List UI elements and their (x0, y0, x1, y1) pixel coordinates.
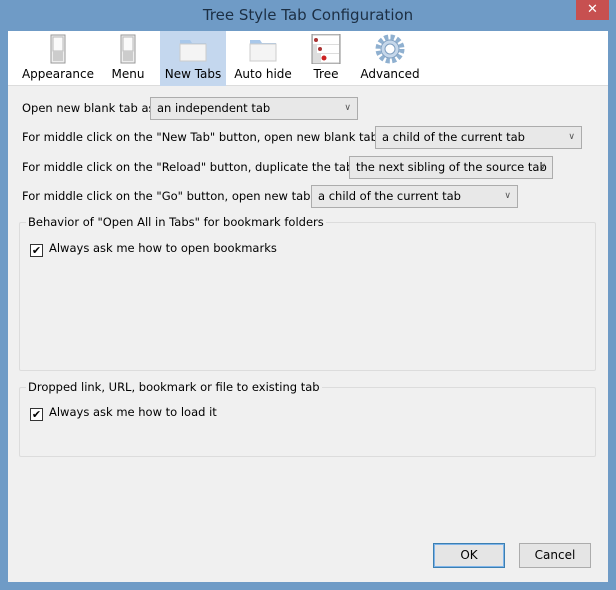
preferences-toolbar: Appearance Menu New Tabs Auto hide Tree … (8, 31, 608, 86)
group-caption: Behavior of "Open All in Tabs" for bookm… (26, 215, 326, 229)
ask-open-bookmarks-checkbox[interactable]: ✔ Always ask me how to open bookmarks (30, 241, 277, 257)
ok-button[interactable]: OK (433, 543, 505, 568)
tab-tree[interactable]: Tree (302, 31, 350, 86)
switch-icon (50, 34, 66, 64)
dropped-link-group: Dropped link, URL, bookmark or file to e… (19, 380, 596, 457)
tab-menu[interactable]: Menu (102, 31, 154, 86)
switch-icon (120, 34, 136, 64)
close-button[interactable]: ✕ (576, 0, 609, 20)
new-tab-middle-click-select[interactable]: a child of the current tab ∨ (375, 126, 582, 149)
selected-value: an independent tab (157, 101, 271, 115)
selected-value: a child of the current tab (382, 130, 525, 144)
folder-icon (249, 40, 277, 62)
checkmark-icon: ✔ (30, 408, 43, 421)
tab-advanced[interactable]: Advanced (358, 31, 422, 86)
checkbox-label: Always ask me how to load it (49, 405, 217, 419)
open-new-blank-select[interactable]: an independent tab ∨ (150, 97, 358, 120)
new-tabs-panel: Open new blank tab as an independent tab… (8, 86, 608, 582)
open-all-in-tabs-group: Behavior of "Open All in Tabs" for bookm… (19, 215, 596, 371)
tab-new-tabs[interactable]: New Tabs (160, 31, 226, 86)
gear-icon (375, 34, 405, 64)
tab-auto-hide[interactable]: Auto hide (232, 31, 294, 86)
cancel-button[interactable]: Cancel (519, 543, 591, 568)
tab-appearance[interactable]: Appearance (20, 31, 96, 86)
new-tab-middle-click-label: For middle click on the "New Tab" button… (22, 130, 395, 144)
checkbox-label: Always ask me how to open bookmarks (49, 241, 277, 255)
chevron-down-icon: ∨ (539, 162, 546, 172)
chevron-down-icon: ∨ (568, 132, 575, 142)
ask-load-dropped-checkbox[interactable]: ✔ Always ask me how to load it (30, 405, 217, 421)
checkmark-icon: ✔ (30, 244, 43, 257)
selected-value: the next sibling of the source tab (356, 160, 547, 174)
open-new-blank-label: Open new blank tab as (22, 101, 155, 115)
window-title: Tree Style Tab Configuration (202, 6, 414, 24)
tree-icon (311, 34, 341, 64)
chevron-down-icon: ∨ (504, 191, 511, 201)
folder-icon (179, 40, 207, 62)
group-caption: Dropped link, URL, bookmark or file to e… (26, 380, 322, 394)
selected-value: a child of the current tab (318, 189, 461, 203)
go-middle-click-label: For middle click on the "Go" button, ope… (22, 189, 328, 203)
chevron-down-icon: ∨ (344, 103, 351, 113)
reload-middle-click-select[interactable]: the next sibling of the source tab ∨ (349, 156, 553, 179)
go-middle-click-select[interactable]: a child of the current tab ∨ (311, 185, 518, 208)
reload-middle-click-label: For middle click on the "Reload" button,… (22, 160, 370, 174)
